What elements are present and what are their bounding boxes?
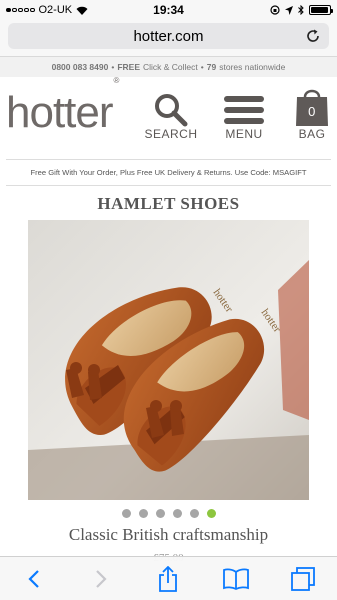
hotter-logo[interactable]: hotter®: [6, 77, 119, 135]
wifi-icon: [76, 6, 88, 15]
back-button[interactable]: [19, 564, 49, 594]
share-icon: [159, 565, 178, 592]
free-gift-banner[interactable]: Free Gift With Your Order, Plus Free UK …: [6, 159, 331, 186]
bag-label: BAG: [298, 127, 326, 141]
search-label: SEARCH: [144, 127, 198, 141]
product-hero-image[interactable]: hotter hotter: [28, 220, 309, 500]
chevron-right-icon: [96, 569, 107, 588]
carousel-dot[interactable]: [189, 509, 199, 518]
carrier-name: O2-UK: [38, 4, 73, 16]
site-header: hotter® SEARCH MENU 0 BAG: [0, 77, 337, 159]
carrier-signal: O2-UK: [6, 4, 88, 16]
battery-level: [311, 7, 328, 13]
url-text: hotter.com: [133, 27, 204, 45]
loafer-shoes-photo: hotter hotter: [28, 220, 309, 500]
browser-toolbar: [0, 556, 337, 600]
browser-chrome: hotter.com: [0, 20, 337, 57]
chevron-left-icon: [28, 569, 39, 588]
carousel-dots: [0, 509, 337, 518]
search-icon: [155, 94, 188, 127]
status-bar: O2-UK 19:34: [0, 0, 337, 20]
menu-label: MENU: [225, 127, 263, 141]
location-icon: [285, 5, 293, 15]
signal-strength-icon: [6, 7, 35, 13]
rotation-lock-icon: [270, 5, 280, 15]
page-title: HAMLET SHOES: [97, 194, 240, 213]
hamburger-icon: [224, 96, 264, 124]
battery-icon: [309, 5, 333, 15]
phone-number[interactable]: 0800 083 8490: [52, 62, 109, 72]
reload-icon[interactable]: [305, 28, 321, 44]
bookmarks-button[interactable]: [221, 564, 251, 594]
carousel-dot[interactable]: [172, 509, 182, 518]
free-gift-text: Free Gift With Your Order, Plus Free UK …: [30, 168, 307, 177]
bag-count: 0: [308, 104, 316, 119]
shopping-bag-icon: 0: [296, 89, 328, 126]
carousel-dot[interactable]: [206, 509, 216, 518]
share-button[interactable]: [153, 564, 183, 594]
carousel-caption: Classic British craftsmanship: [68, 525, 269, 544]
address-bar[interactable]: hotter.com: [8, 23, 329, 49]
promo-strip: 0800 083 8490 • FREE Click & Collect • 7…: [0, 57, 337, 77]
search-button[interactable]: SEARCH: [143, 93, 199, 141]
carousel-dot[interactable]: [121, 509, 131, 518]
tabs-button[interactable]: [288, 564, 318, 594]
book-icon: [222, 568, 249, 590]
forward-button[interactable]: [86, 564, 116, 594]
bag-button[interactable]: 0 BAG: [292, 85, 332, 141]
tabs-icon: [291, 566, 316, 591]
bluetooth-icon: [298, 5, 304, 15]
menu-button[interactable]: MENU: [220, 93, 268, 141]
carousel-dot[interactable]: [138, 509, 148, 518]
carousel-dot[interactable]: [155, 509, 165, 518]
